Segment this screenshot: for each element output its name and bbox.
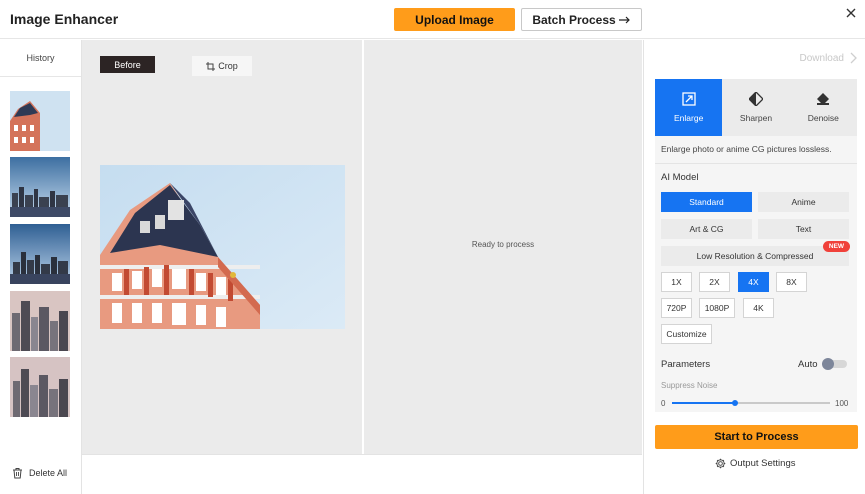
- city-towers-thumbnail-image: [10, 357, 70, 417]
- history-sidebar: History Delete All: [0, 40, 82, 494]
- batch-process-button[interactable]: Batch Process: [521, 8, 642, 31]
- slider-handle[interactable]: [732, 400, 739, 406]
- before-label: Before: [100, 56, 155, 73]
- delete-all-button[interactable]: Delete All: [12, 467, 67, 479]
- sharpen-icon: [748, 92, 763, 106]
- download-button[interactable]: Download: [800, 52, 857, 64]
- ai-model-label: AI Model: [661, 172, 699, 183]
- model-art-cg-button[interactable]: Art & CG: [661, 219, 752, 239]
- auto-label: Auto: [798, 359, 818, 370]
- close-button[interactable]: [843, 5, 859, 21]
- city-skyline-thumbnail-image: [10, 157, 70, 217]
- chevron-right-icon: [850, 52, 857, 64]
- customize-button[interactable]: Customize: [661, 324, 712, 344]
- history-thumbnail-skyline-1[interactable]: [10, 157, 70, 217]
- suppress-noise-label: Suppress Noise: [661, 381, 718, 390]
- divider: [655, 163, 857, 164]
- slider-min-label: 0: [661, 399, 666, 408]
- gear-icon: [715, 458, 726, 469]
- city-towers-thumbnail-image: [10, 291, 70, 351]
- auto-toggle[interactable]: [822, 358, 847, 370]
- title-bar: Image Enhancer Upload Image Batch Proces…: [0, 0, 865, 39]
- output-settings-button[interactable]: Output Settings: [715, 458, 795, 469]
- city-skyline-thumbnail-image: [10, 224, 70, 284]
- model-text-button[interactable]: Text: [758, 219, 849, 239]
- slider-max-label: 100: [835, 399, 849, 408]
- app-title: Image Enhancer: [10, 11, 119, 27]
- model-standard-button[interactable]: Standard: [661, 192, 752, 212]
- resolution-4k-button[interactable]: 4K: [743, 298, 774, 318]
- scale-8x-button[interactable]: 8X: [776, 272, 807, 292]
- slider-fill: [672, 402, 736, 404]
- suppress-noise-slider[interactable]: [672, 400, 830, 406]
- parameters-label: Parameters: [661, 359, 711, 370]
- tab-enlarge[interactable]: Enlarge: [655, 79, 723, 136]
- close-icon: [846, 8, 856, 18]
- preview-area: Before Crop Ready to process: [82, 40, 642, 454]
- output-settings-label: Output Settings: [730, 458, 796, 469]
- scale-2x-button[interactable]: 2X: [699, 272, 730, 292]
- enlarge-icon: [682, 92, 696, 106]
- crop-icon: [206, 61, 216, 71]
- history-thumbnail-skyline-2[interactable]: [10, 224, 70, 284]
- history-thumbnail-towers-2[interactable]: [10, 357, 70, 417]
- delete-all-label: Delete All: [29, 468, 68, 478]
- trash-icon: [13, 468, 22, 479]
- crop-label: Crop: [218, 61, 238, 71]
- upload-image-button[interactable]: Upload Image: [394, 8, 515, 31]
- settings-panel: Download Enlarge Sharpen Denoise Enlarge…: [643, 40, 865, 494]
- enlarge-settings: Enlarge photo or anime CG pictures lossl…: [655, 136, 857, 412]
- arrow-right-icon: [618, 16, 630, 23]
- mode-tabs: Enlarge Sharpen Denoise: [655, 79, 857, 136]
- resolution-1080p-button[interactable]: 1080P: [699, 298, 735, 318]
- download-label: Download: [799, 52, 844, 64]
- tab-denoise-label: Denoise: [807, 113, 839, 123]
- history-label: History: [0, 40, 81, 77]
- history-thumbnail-towers-1[interactable]: [10, 291, 70, 351]
- ready-status: Ready to process: [471, 240, 535, 249]
- scale-1x-button[interactable]: 1X: [661, 272, 692, 292]
- model-low-resolution-button[interactable]: Low Resolution & Compressed: [661, 246, 849, 266]
- building-thumbnail-image: [10, 91, 70, 151]
- crop-button[interactable]: Crop: [192, 56, 252, 76]
- toggle-knob: [822, 358, 834, 370]
- tab-enlarge-label: Enlarge: [674, 113, 704, 123]
- preview-footer: [82, 454, 642, 494]
- mode-description: Enlarge photo or anime CG pictures lossl…: [661, 144, 832, 154]
- start-process-button[interactable]: Start to Process: [655, 425, 858, 449]
- tab-sharpen-label: Sharpen: [739, 113, 773, 123]
- before-image: [100, 165, 345, 329]
- building-photo: [100, 165, 345, 329]
- scale-4x-button[interactable]: 4X: [738, 272, 769, 292]
- new-badge: NEW: [823, 241, 850, 252]
- history-thumbnail-building[interactable]: [10, 91, 70, 151]
- batch-process-label: Batch Process: [532, 12, 616, 27]
- resolution-720p-button[interactable]: 720P: [661, 298, 692, 318]
- tab-denoise[interactable]: Denoise: [790, 79, 857, 136]
- model-anime-button[interactable]: Anime: [758, 192, 849, 212]
- denoise-icon: [817, 93, 830, 105]
- tab-sharpen[interactable]: Sharpen: [722, 79, 789, 136]
